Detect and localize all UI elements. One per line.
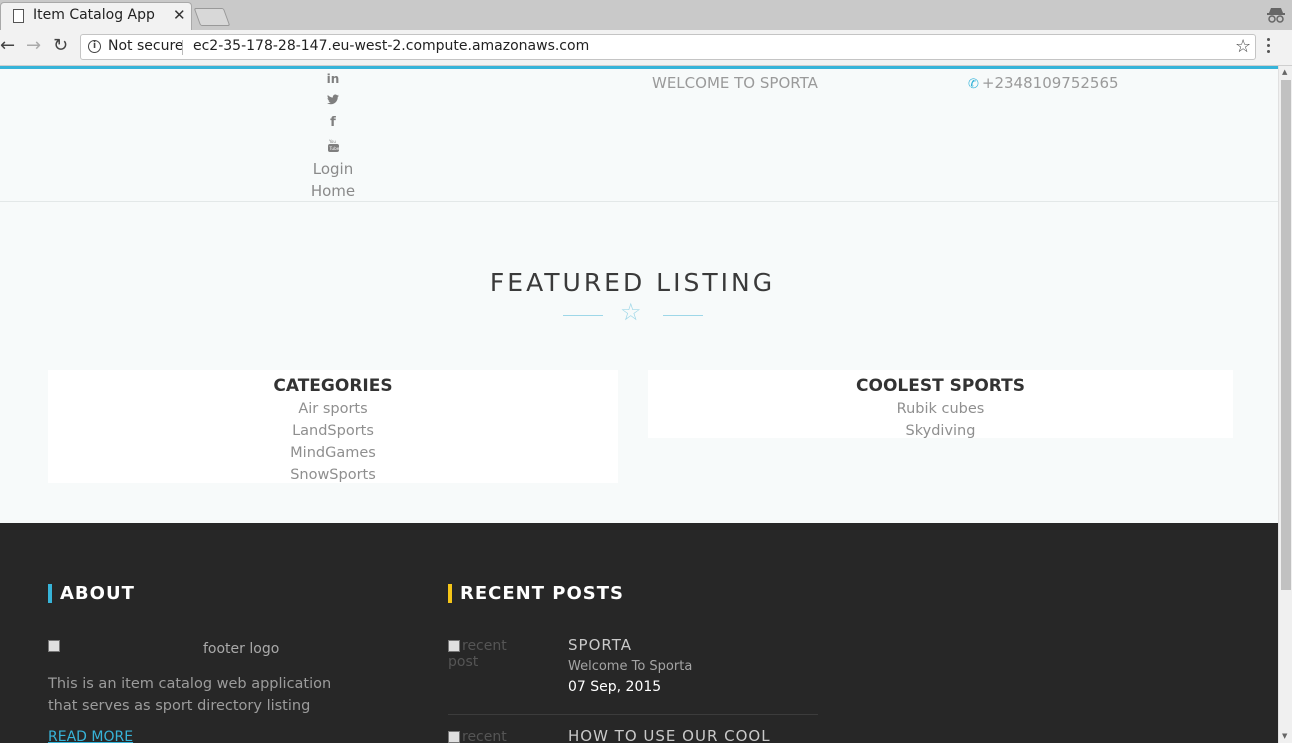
recent-post-date: 07 Sep, 2015 xyxy=(568,679,662,695)
linkedin-icon[interactable]: in xyxy=(322,72,344,86)
footer-logo-alt: footer logo xyxy=(203,641,280,657)
bookmark-star-icon[interactable]: ☆ xyxy=(1235,36,1251,57)
browser-toolbar: ← → ↻ i Not secure ec2-35-178-28-147.eu-… xyxy=(0,30,1292,66)
about-text: This is an item catalog web application … xyxy=(48,676,332,714)
about-heading: ABOUT xyxy=(48,583,135,605)
new-tab-button[interactable] xyxy=(193,8,231,26)
sport-link[interactable]: Rubik cubes xyxy=(648,398,1233,420)
broken-image-icon xyxy=(48,640,60,652)
security-label[interactable]: Not secure xyxy=(108,38,184,54)
svg-text:You: You xyxy=(328,139,336,144)
read-more-link[interactable]: READ MORE xyxy=(48,729,133,743)
recent-post-image-alt: recent post xyxy=(448,638,507,670)
category-link[interactable]: LandSports xyxy=(48,420,618,442)
star-icon: ☆ xyxy=(620,298,642,326)
recent-post-subtitle: Welcome To Sporta xyxy=(568,659,693,674)
recent-posts-heading-text: RECENT POSTS xyxy=(460,583,624,604)
category-link[interactable]: SnowSports xyxy=(48,464,618,486)
back-arrow-icon[interactable]: ← xyxy=(0,36,15,56)
category-link[interactable]: Air sports xyxy=(48,398,618,420)
recent-post-title[interactable]: HOW TO USE OUR COOL xyxy=(568,727,771,743)
nav-login-link[interactable]: Login xyxy=(283,160,383,178)
nav-home-link[interactable]: Home xyxy=(283,182,383,200)
close-tab-icon[interactable]: ✕ xyxy=(173,6,186,24)
info-icon[interactable]: i xyxy=(88,40,101,53)
scroll-up-arrow-icon[interactable]: ▲ xyxy=(1282,68,1287,76)
youtube-icon[interactable]: You Tube xyxy=(322,139,344,156)
url-text[interactable]: ec2-35-178-28-147.eu-west-2.compute.amaz… xyxy=(193,38,589,54)
heading-accent-bar xyxy=(448,584,452,603)
recent-posts-heading: RECENT POSTS xyxy=(448,583,624,605)
coolest-sports-card: COOLEST SPORTS Rubik cubes Skydiving xyxy=(648,370,1233,439)
phone-icon: ✆ xyxy=(968,77,979,92)
title-divider-right xyxy=(663,315,703,316)
site-footer: ABOUT footer logo This is an item catalo… xyxy=(0,523,1278,743)
featured-listing-title: FEATURED LISTING xyxy=(489,268,776,297)
title-divider-left xyxy=(563,315,603,316)
page-viewport: in f You Tube Login Home WELCOME TO SPORT… xyxy=(0,66,1278,743)
tab-title: Item Catalog App xyxy=(33,7,155,23)
sport-link[interactable]: Skydiving xyxy=(648,420,1233,442)
scrollbar-thumb[interactable] xyxy=(1281,80,1291,590)
browser-tab[interactable]: Item Catalog App ✕ xyxy=(0,2,192,30)
categories-title: CATEGORIES xyxy=(273,376,393,396)
scroll-down-arrow-icon[interactable]: ▼ xyxy=(1282,732,1287,740)
heading-accent-bar xyxy=(48,584,52,603)
twitter-icon[interactable] xyxy=(322,94,344,109)
page-scrollbar[interactable]: ▲ ▼ xyxy=(1278,66,1292,743)
document-icon xyxy=(13,9,24,23)
browser-tab-bar: Item Catalog App ✕ xyxy=(0,0,1292,30)
browser-menu-icon[interactable] xyxy=(1267,38,1271,56)
site-header: in f You Tube Login Home WELCOME TO SPORT… xyxy=(0,69,1278,202)
address-bar[interactable]: i Not secure ec2-35-178-28-147.eu-west-2… xyxy=(80,34,1256,60)
post-divider xyxy=(448,714,818,715)
categories-card: CATEGORIES Air sports LandSports MindGam… xyxy=(48,370,618,483)
divider xyxy=(182,40,183,55)
facebook-icon[interactable]: f xyxy=(322,115,344,130)
forward-arrow-icon[interactable]: → xyxy=(26,36,41,56)
svg-text:Tube: Tube xyxy=(328,146,339,151)
welcome-text: WELCOME TO SPORTA xyxy=(652,74,818,92)
reload-icon[interactable]: ↻ xyxy=(53,36,68,56)
recent-post-title[interactable]: SPORTA xyxy=(568,636,632,654)
phone-contact[interactable]: ✆ +2348109752565 xyxy=(968,74,1119,92)
recent-post-image-alt: recent post xyxy=(462,729,507,743)
incognito-icon xyxy=(1267,8,1285,23)
category-link[interactable]: MindGames xyxy=(48,442,618,464)
phone-number: +2348109752565 xyxy=(981,74,1119,92)
about-heading-text: ABOUT xyxy=(60,583,135,604)
coolest-sports-title: COOLEST SPORTS xyxy=(856,376,1025,396)
